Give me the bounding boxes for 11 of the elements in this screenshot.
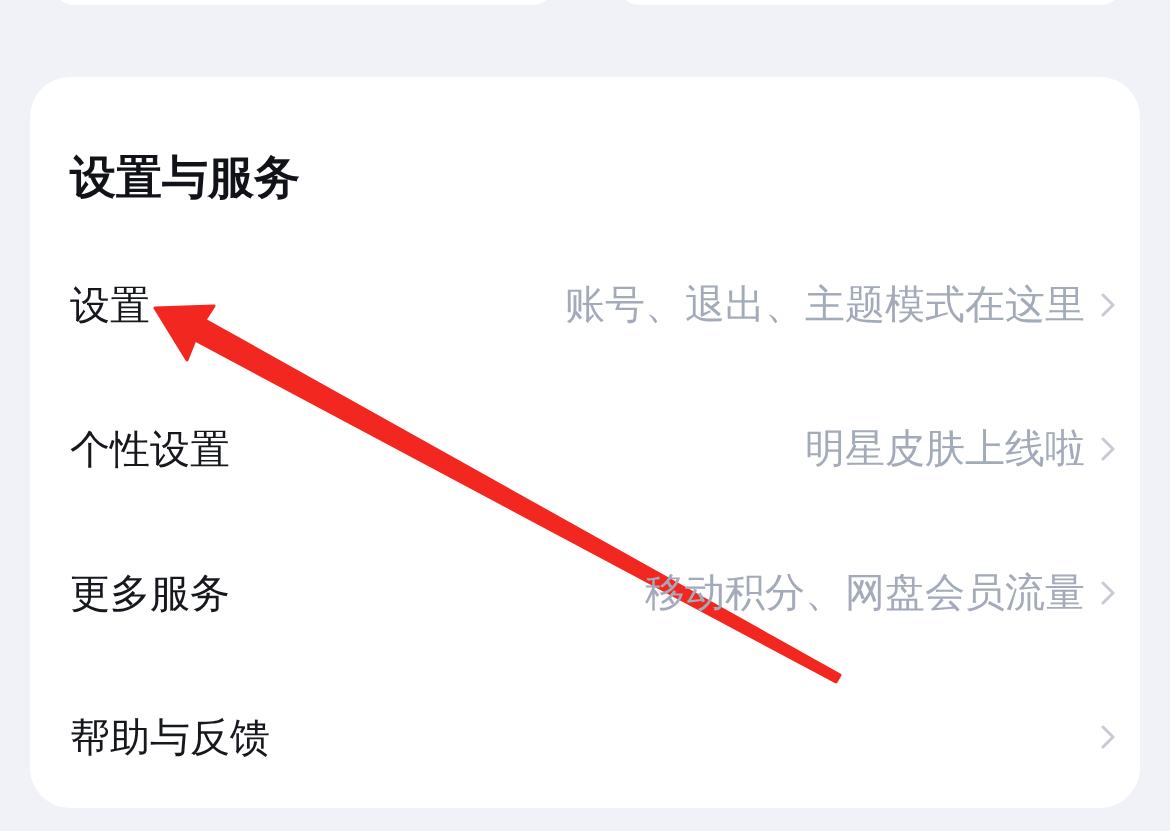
menu-item-hint: 明星皮肤上线啦 — [805, 425, 1085, 473]
section-title: 设置与服务 — [70, 150, 301, 205]
menu-item-label[interactable]: 帮助与反馈 — [70, 713, 270, 761]
menu-item-label[interactable]: 设置 — [70, 281, 150, 329]
chevron-right-icon — [1101, 293, 1115, 317]
menu-item-label[interactable]: 更多服务 — [70, 569, 230, 617]
menu-item-label[interactable]: 个性设置 — [70, 425, 230, 473]
chevron-right-icon — [1101, 437, 1115, 461]
chevron-right-icon — [1101, 581, 1115, 605]
chevron-right-icon — [1101, 725, 1115, 749]
menu-item-hint: 账号、退出、主题模式在这里 — [565, 281, 1085, 329]
